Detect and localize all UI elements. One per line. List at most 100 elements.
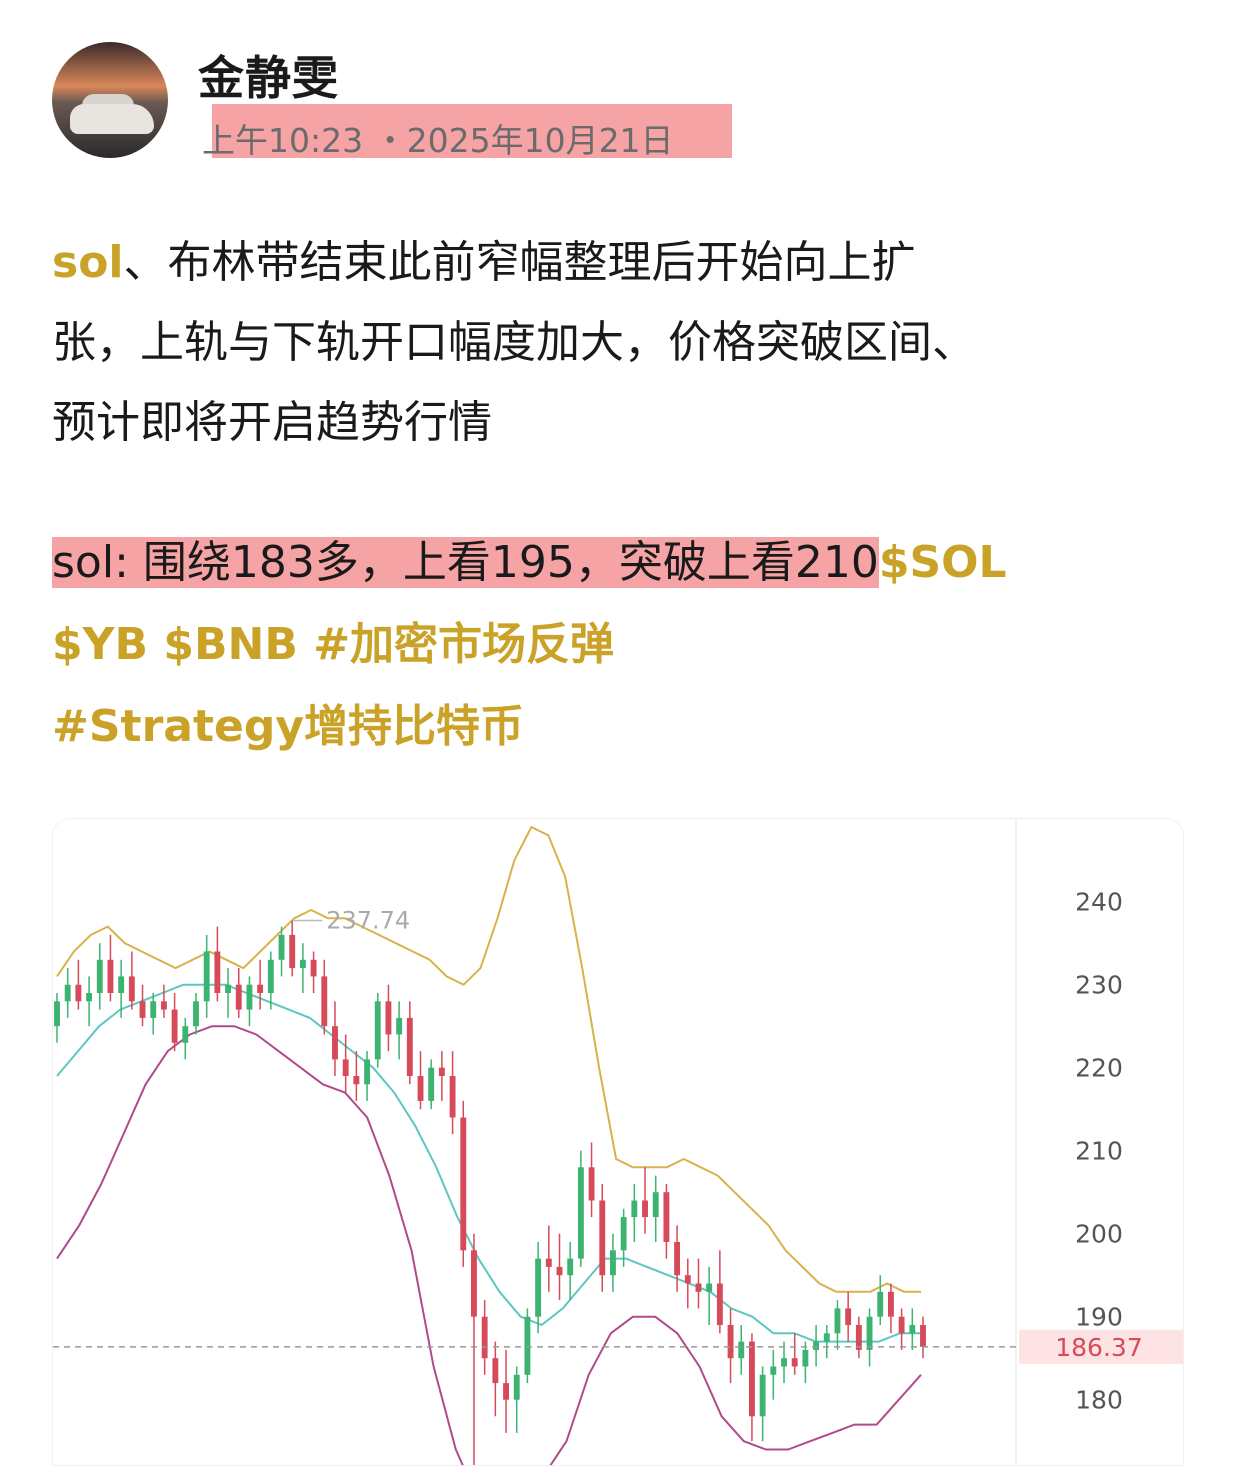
candle-body xyxy=(438,1067,445,1076)
candle-body xyxy=(235,984,242,1010)
author-name[interactable]: 金静雯 xyxy=(198,42,339,108)
candle-body xyxy=(834,1308,841,1334)
candle-body xyxy=(160,1001,167,1010)
hashtag-line: #Strategy增持比特币 xyxy=(52,686,524,768)
candle-body xyxy=(364,1059,370,1085)
candle-body xyxy=(417,1076,424,1101)
candle-body xyxy=(353,1076,360,1085)
current-price-label: 186.37 xyxy=(1055,1333,1142,1362)
candle-body xyxy=(684,1275,691,1284)
candle-body xyxy=(577,1167,584,1259)
author-avatar[interactable] xyxy=(52,42,168,158)
candle-body xyxy=(545,1258,552,1267)
candle-body xyxy=(738,1341,745,1359)
candle-body xyxy=(321,976,328,1027)
candle-body xyxy=(620,1217,627,1251)
candle-body xyxy=(449,1076,456,1118)
candle-body xyxy=(96,959,103,993)
candle-body xyxy=(524,1316,531,1375)
candle-body xyxy=(246,984,253,1010)
candle-body xyxy=(64,984,71,1002)
candle-body xyxy=(674,1242,681,1276)
candle-body xyxy=(716,1283,723,1325)
candle-body xyxy=(225,984,232,993)
post-line-1: sol、布林带结束此前窄幅整理后开始向上扩 xyxy=(52,222,916,304)
cashtag-sol[interactable]: $SOL xyxy=(879,537,1007,588)
candle-body xyxy=(150,1001,157,1018)
candle-body xyxy=(471,1250,477,1317)
candle-body xyxy=(770,1366,777,1375)
candle-body xyxy=(802,1349,809,1367)
y-tick-label: 190 xyxy=(1075,1303,1123,1332)
candle-body xyxy=(299,959,306,969)
y-tick-label: 240 xyxy=(1075,888,1123,917)
price-chart[interactable]: 240230220210200190180170237.74186.37 xyxy=(52,818,1184,1466)
candlestick-chart-svg: 240230220210200190180170237.74186.37 xyxy=(53,819,1183,1465)
candle-body xyxy=(631,1200,638,1218)
candle-body xyxy=(406,1017,413,1076)
candle-body xyxy=(513,1374,520,1400)
candle-body xyxy=(759,1374,766,1417)
strategy-text: sol: 围绕183多，上看195，突破上看210 xyxy=(52,537,879,588)
candle-body xyxy=(492,1358,499,1384)
candle-body xyxy=(599,1200,606,1276)
candle-body xyxy=(118,976,125,993)
candle-body xyxy=(54,1001,60,1027)
candle-body xyxy=(887,1291,894,1317)
candle-body xyxy=(278,934,285,960)
candle-body xyxy=(845,1308,852,1325)
candle-body xyxy=(909,1325,916,1334)
candle-body xyxy=(310,959,317,977)
candle-body xyxy=(75,984,82,1002)
candle-body xyxy=(695,1283,702,1292)
y-tick-label: 220 xyxy=(1075,1054,1123,1083)
candle-body xyxy=(823,1333,830,1342)
candle-body xyxy=(460,1117,467,1251)
cashtag-yb[interactable]: $YB xyxy=(52,619,148,670)
high-price-label: 237.74 xyxy=(326,906,410,934)
candle-body xyxy=(332,1026,338,1060)
candle-body xyxy=(128,976,135,1002)
candle-body xyxy=(428,1067,435,1101)
candle-body xyxy=(535,1258,542,1317)
candle-body xyxy=(86,993,93,1002)
candle-body xyxy=(748,1341,755,1417)
candle-body xyxy=(877,1291,884,1317)
candle-body xyxy=(396,1017,403,1035)
candle-body xyxy=(342,1059,349,1076)
candle-body xyxy=(920,1325,926,1347)
token-link-sol[interactable]: sol xyxy=(52,237,124,288)
candle-body xyxy=(289,934,296,969)
y-tick-label: 180 xyxy=(1075,1386,1123,1415)
candle-body xyxy=(588,1167,595,1201)
tags-line: $YB $BNB #加密市场反弹 xyxy=(52,604,614,686)
candle-body xyxy=(182,1026,189,1043)
candle-body xyxy=(107,959,114,993)
candle-body xyxy=(706,1283,713,1292)
candle-body xyxy=(203,951,210,1002)
y-tick-label: 200 xyxy=(1075,1220,1123,1249)
post-line-2: 张，上轨与下轨开口幅度加大，价格突破区间、 xyxy=(52,317,976,368)
candle-body xyxy=(193,1001,199,1027)
strategy-line: sol: 围绕183多，上看195，突破上看210$SOL xyxy=(52,522,1007,604)
candle-body xyxy=(791,1358,798,1367)
candle-body xyxy=(813,1341,820,1350)
y-tick-label: 210 xyxy=(1075,1137,1123,1166)
candle-body xyxy=(385,1001,392,1035)
hashtag-strategy[interactable]: #Strategy增持比特币 xyxy=(52,701,524,752)
candle-body xyxy=(556,1266,563,1276)
candle-body xyxy=(567,1258,574,1276)
y-tick-label: 230 xyxy=(1075,971,1123,1000)
cashtag-bnb[interactable]: $BNB xyxy=(163,619,298,670)
candle-body xyxy=(866,1316,873,1350)
candle-body xyxy=(898,1316,905,1334)
hashtag-market-rebound[interactable]: #加密市场反弹 xyxy=(313,619,614,670)
candle-body xyxy=(781,1358,787,1367)
candle-body xyxy=(663,1192,670,1242)
post-line-3: 预计即将开启趋势行情 xyxy=(52,397,492,448)
bollinger-lower-band xyxy=(56,1025,922,1465)
post-line-1-text: 、布林带结束此前窄幅整理后开始向上扩 xyxy=(123,237,916,288)
candle-body xyxy=(642,1200,648,1218)
avatar-car-body xyxy=(70,104,154,134)
candle-body xyxy=(727,1325,734,1359)
